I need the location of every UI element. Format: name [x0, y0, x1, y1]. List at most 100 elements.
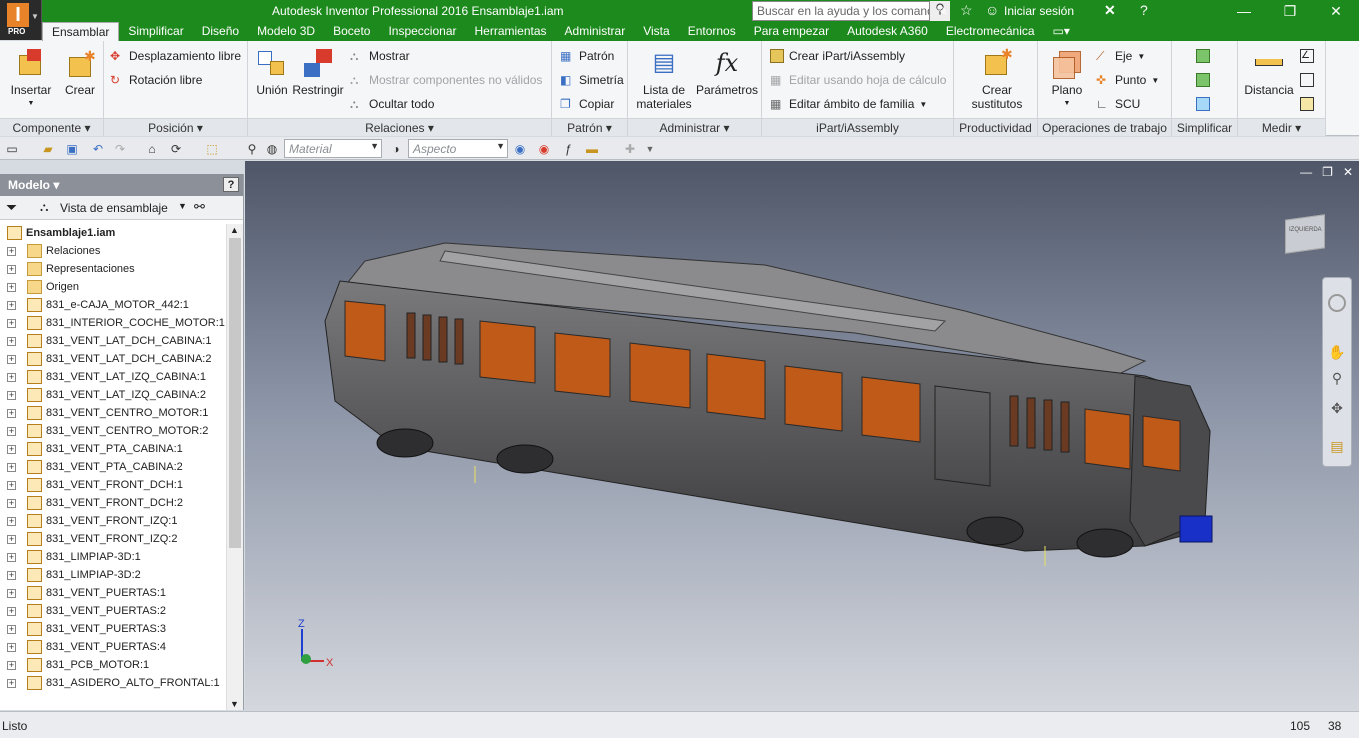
tree-item[interactable]: +831_LIMPIAP-3D:1 [0, 548, 226, 566]
tab-modelo-3d[interactable]: Modelo 3D [248, 22, 324, 41]
tab-herramientas[interactable]: Herramientas [466, 22, 556, 41]
chevron-down-icon[interactable]: ▼ [178, 201, 187, 211]
expand-icon[interactable]: + [7, 319, 16, 328]
open-folder-icon[interactable]: ▰ [40, 141, 56, 157]
tree-item[interactable]: +831_LIMPIAP-3D:2 [0, 566, 226, 584]
adjust-appearance-icon[interactable]: ◉ [512, 141, 528, 157]
tree-item[interactable]: +831_PCB_MOTOR:1 [0, 656, 226, 674]
simetria-button[interactable]: ◧ Simetría [560, 71, 624, 89]
patron-button[interactable]: ▦ Patrón [560, 47, 614, 65]
expand-icon[interactable]: + [7, 337, 16, 346]
help-icon[interactable]: ? [223, 177, 239, 192]
expand-icon[interactable]: + [7, 283, 16, 292]
communication-icon[interactable]: ✎ [936, 2, 948, 19]
tree-item[interactable]: +831_VENT_LAT_IZQ_CABINA:2 [0, 386, 226, 404]
expand-icon[interactable]: + [7, 499, 16, 508]
crear-sustitutos-button[interactable]: ✱ Crear sustitutos [962, 47, 1032, 111]
scrollbar-thumb[interactable] [229, 238, 241, 548]
save-icon[interactable]: ▣ [64, 141, 80, 157]
application-menu-button[interactable]: I PRO ▼ [0, 0, 42, 40]
panel-title-administrar[interactable]: Administrar ▾ [628, 118, 761, 136]
update-icon[interactable]: ⟳ [168, 141, 184, 157]
lista-materiales-button[interactable]: ▤ Lista de materiales [634, 47, 694, 111]
tab-ensamblar[interactable]: Ensamblar [42, 21, 120, 42]
expand-icon[interactable]: + [7, 643, 16, 652]
clear-appearance-icon[interactable]: ◉ [536, 141, 552, 157]
punto-button[interactable]: ✜ Punto ▼ [1096, 71, 1159, 89]
tree-item[interactable]: +831_VENT_FRONT_IZQ:1 [0, 512, 226, 530]
tree-item[interactable]: +831_VENT_PUERTAS:4 [0, 638, 226, 656]
material-select[interactable]: Material ▼ [284, 139, 382, 158]
zoom-icon[interactable]: ⚲ [1328, 370, 1346, 388]
chevron-down-icon[interactable]: ▾ [53, 178, 59, 192]
restore-icon[interactable]: ❐ [1267, 0, 1313, 22]
binoculars-icon[interactable]: ⚯ [194, 199, 205, 215]
expand-icon[interactable]: + [7, 355, 16, 364]
expand-icon[interactable]: + [7, 571, 16, 580]
tree-item[interactable]: +831_VENT_LAT_DCH_CABINA:1 [0, 332, 226, 350]
panel-title-patron[interactable]: Patrón ▾ [552, 118, 627, 136]
star-icon[interactable]: ☆ [960, 2, 973, 19]
ribbon-options-icon[interactable]: ▭▾ [1044, 22, 1079, 41]
tree-item[interactable]: +831_VENT_LAT_IZQ_CABINA:1 [0, 368, 226, 386]
desplazamiento-libre-button[interactable]: ✥ Desplazamiento libre [110, 47, 241, 65]
tab-entornos[interactable]: Entornos [679, 22, 745, 41]
fx-icon[interactable]: ƒ [560, 141, 576, 157]
tree-item[interactable]: +831_VENT_CENTRO_MOTOR:1 [0, 404, 226, 422]
plano-button[interactable]: Plano ▼ [1044, 47, 1090, 111]
mostrar-no-validos-button[interactable]: ⛬ Mostrar componentes no válidos [350, 71, 542, 89]
simplify-part-button[interactable] [1196, 71, 1210, 89]
viewcube[interactable]: IZQUIERDA [1285, 213, 1331, 254]
graphics-viewport[interactable]: — ❐ ✕ IZQUIERDA ✋ ⚲ ✥ ▤ Z X [245, 161, 1359, 711]
tree-item[interactable]: +831_VENT_FRONT_DCH:2 [0, 494, 226, 512]
measure-angle-button[interactable]: ∠ [1300, 47, 1314, 65]
expand-icon[interactable]: + [7, 373, 16, 382]
measure-icon[interactable]: ▬ [584, 141, 600, 157]
tab-electromecanica[interactable]: Electromecánica [937, 22, 1044, 41]
tree-item[interactable]: +831_VENT_FRONT_DCH:1 [0, 476, 226, 494]
expand-icon[interactable]: + [7, 553, 16, 562]
signin-link[interactable]: Iniciar sesión [1004, 4, 1074, 18]
rotacion-libre-button[interactable]: ↻ Rotación libre [110, 71, 202, 89]
expand-icon[interactable]: + [7, 265, 16, 274]
user-icon[interactable]: ☺ [985, 2, 999, 18]
tab-vista[interactable]: Vista [634, 22, 678, 41]
tree-item[interactable]: +831_VENT_PUERTAS:2 [0, 602, 226, 620]
expand-icon[interactable]: + [7, 679, 16, 688]
tree-item[interactable]: +831_VENT_PTA_CABINA:1 [0, 440, 226, 458]
tree-item[interactable]: +831_VENT_LAT_DCH_CABINA:2 [0, 350, 226, 368]
close-icon[interactable]: ✕ [1313, 0, 1359, 22]
tree-item[interactable]: +831_VENT_PTA_CABINA:2 [0, 458, 226, 476]
simplify-settings-button[interactable] [1196, 95, 1210, 113]
tree-item[interactable]: +831_VENT_FRONT_IZQ:2 [0, 530, 226, 548]
tab-diseno[interactable]: Diseño [193, 22, 248, 41]
tab-administrar[interactable]: Administrar [556, 22, 635, 41]
parametros-button[interactable]: fx Parámetros [694, 47, 760, 97]
panel-title-componente[interactable]: Componente ▾ [0, 118, 103, 136]
look-at-icon[interactable]: ▤ [1328, 438, 1346, 456]
pan-icon[interactable]: ✋ [1328, 344, 1346, 362]
editar-ambito-familia-button[interactable]: ▦ Editar ámbito de familia ▼ [770, 95, 927, 113]
panel-title-relaciones[interactable]: Relaciones ▾ [248, 118, 551, 136]
customize-icon[interactable]: ▼ [642, 141, 658, 157]
measure-loop-button[interactable] [1300, 71, 1314, 89]
home-icon[interactable]: ⌂ [144, 141, 160, 157]
filter-icon[interactable]: ⏷ [6, 199, 17, 216]
expand-icon[interactable]: + [7, 391, 16, 400]
sphere-icon[interactable]: ◍ [264, 141, 280, 157]
expand-icon[interactable]: + [7, 409, 16, 418]
tree-scrollbar[interactable]: ▲ ▼ [226, 224, 243, 710]
tree-root[interactable]: Ensamblaje1.iam [0, 224, 226, 242]
tree-item[interactable]: + Origen [0, 278, 226, 296]
minimize-icon[interactable]: — [1221, 0, 1267, 22]
scu-button[interactable]: ∟ SCU [1096, 95, 1140, 113]
help-icon[interactable]: ? [1140, 2, 1148, 18]
panel-title-posicion[interactable]: Posición ▾ [104, 118, 247, 136]
crear-button[interactable]: ✱ Crear [60, 47, 100, 97]
union-button[interactable]: Unión [252, 47, 292, 97]
tree-item[interactable]: + Relaciones [0, 242, 226, 260]
aspecto-select[interactable]: Aspecto ▼ [408, 139, 508, 158]
tree-item[interactable]: + Representaciones [0, 260, 226, 278]
expand-icon[interactable]: + [7, 301, 16, 310]
restringir-button[interactable]: Restringir [292, 47, 344, 97]
